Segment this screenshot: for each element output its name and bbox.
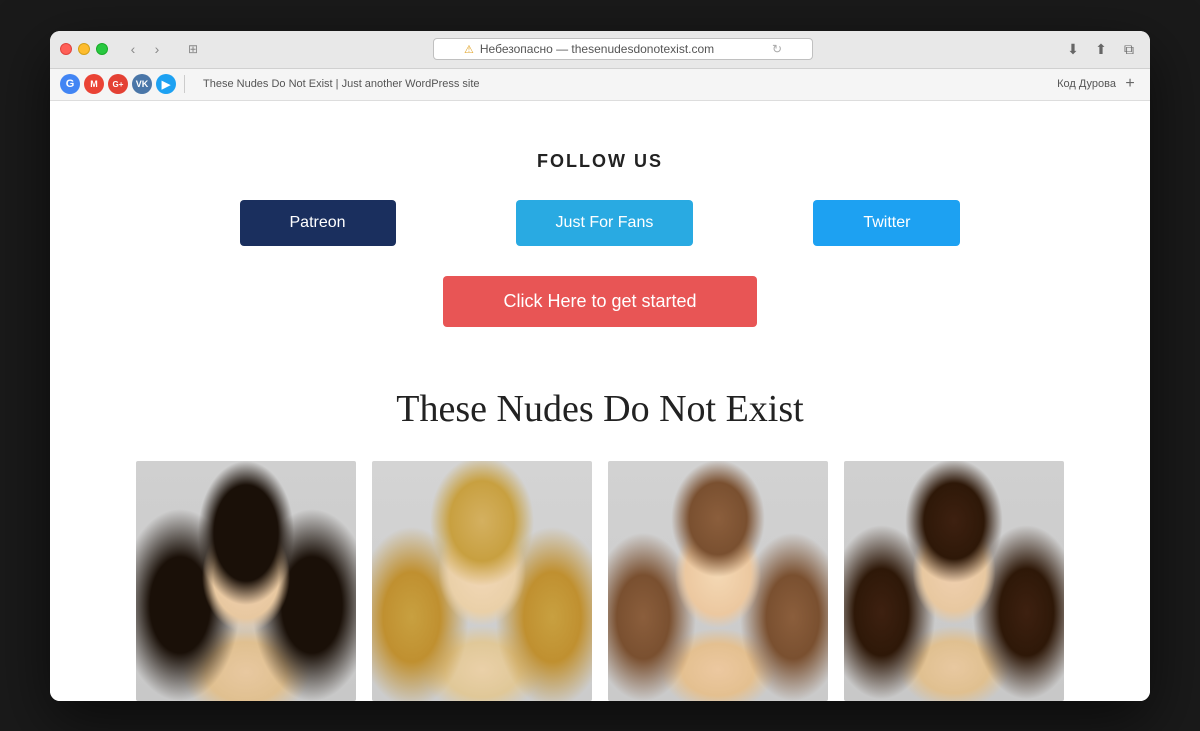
portrait-3 (608, 461, 828, 701)
traffic-lights (60, 43, 108, 55)
person-image-3 (608, 461, 828, 701)
bookmark-google[interactable]: G (60, 74, 80, 94)
add-tab-button[interactable]: + (1120, 74, 1140, 94)
address-bar-container: ⚠ Небезопасно — thesenudesdonotexist.com… (270, 38, 976, 60)
bookmark-arrow[interactable]: ▶ (156, 74, 176, 94)
share-icon[interactable]: ⬆ (1090, 38, 1112, 60)
portrait-2 (372, 461, 592, 701)
new-tab-icon[interactable]: ⧉ (1118, 38, 1140, 60)
justforfans-button[interactable]: Just For Fans (516, 200, 694, 246)
bookmark-gplus[interactable]: G+ (108, 74, 128, 94)
browser-window: ‹ › ⊞ ⚠ Небезопасно — thesenudesdonotexi… (50, 31, 1150, 701)
close-button[interactable] (60, 43, 72, 55)
page-content: FOLLOW US Patreon Just For Fans Twitter … (50, 101, 1150, 701)
download-icon[interactable]: ⬇ (1062, 38, 1084, 60)
address-bar[interactable]: ⚠ Небезопасно — thesenudesdonotexist.com… (433, 38, 813, 60)
person-image-4 (844, 461, 1064, 701)
portrait-1 (136, 461, 356, 701)
forward-button[interactable]: › (146, 38, 168, 60)
bookmarks-bar: G M G+ VK ▶ These Nudes Do Not Exist | J… (50, 69, 1150, 101)
patreon-button[interactable]: Patreon (240, 200, 396, 246)
url-text: Небезопасно — thesenudesdonotexist.com (480, 42, 714, 56)
bookmark-vk[interactable]: VK (132, 74, 152, 94)
follow-title: FOLLOW US (70, 151, 1130, 172)
images-row (70, 461, 1130, 701)
twitter-button[interactable]: Twitter (813, 200, 960, 246)
portrait-4 (844, 461, 1064, 701)
tab-view-button[interactable]: ⊞ (182, 38, 204, 60)
maximize-button[interactable] (96, 43, 108, 55)
reload-icon[interactable]: ↻ (772, 42, 782, 56)
separator (184, 75, 185, 93)
cta-button[interactable]: Click Here to get started (443, 276, 756, 327)
tab-label[interactable]: These Nudes Do Not Exist | Just another … (193, 78, 490, 90)
person-image-1 (136, 461, 356, 701)
site-title: These Nudes Do Not Exist (70, 387, 1130, 431)
social-buttons-row: Patreon Just For Fans Twitter (70, 200, 1130, 246)
nav-buttons: ‹ › (122, 38, 168, 60)
title-bar: ‹ › ⊞ ⚠ Небезопасно — thesenudesdonotexi… (50, 31, 1150, 69)
back-button[interactable]: ‹ (122, 38, 144, 60)
follow-section: FOLLOW US Patreon Just For Fans Twitter … (70, 131, 1130, 357)
security-icon: ⚠ (464, 43, 474, 56)
person-image-2 (372, 461, 592, 701)
title-bar-right: ⬇ ⬆ ⧉ (1062, 38, 1140, 60)
minimize-button[interactable] (78, 43, 90, 55)
bookmark-gmail[interactable]: M (84, 74, 104, 94)
bookmarks-right-label[interactable]: Код Дурова (1057, 78, 1116, 90)
